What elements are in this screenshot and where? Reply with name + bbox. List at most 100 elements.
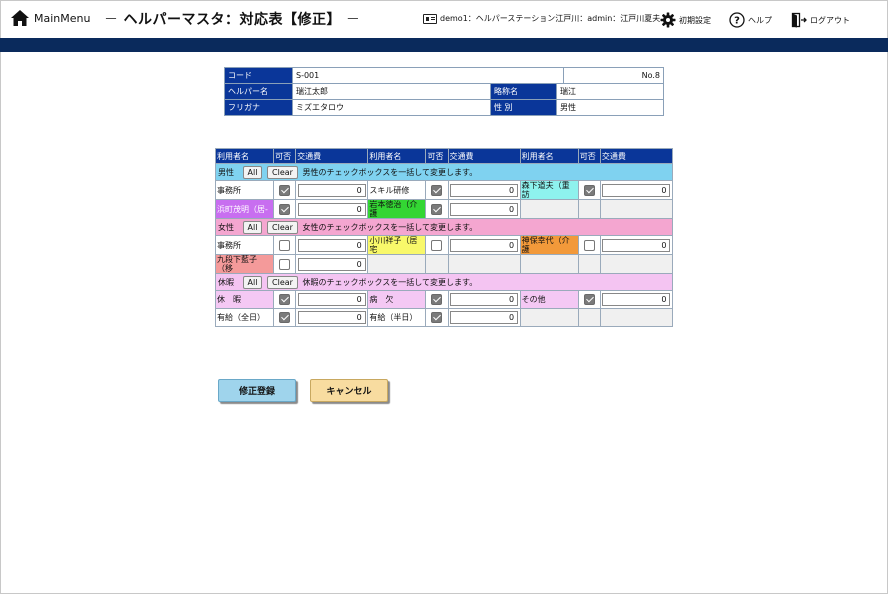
- col-header: 利用者名: [367, 148, 427, 164]
- availability-checkbox[interactable]: [583, 239, 595, 251]
- abbr-label: 略称名: [490, 83, 557, 100]
- user-info-text: demo1：ヘルパーステーション江戸川：admin：江戸川夏夫: [440, 14, 661, 23]
- code-value: S-001: [292, 67, 564, 84]
- client-name: スキル研修: [367, 180, 427, 200]
- leave-clear-button[interactable]: Clear: [267, 275, 298, 289]
- availability-checkbox[interactable]: [279, 312, 291, 323]
- col-header: 交通費: [295, 148, 369, 164]
- logout-link[interactable]: ログアウト: [791, 12, 850, 28]
- fare-input[interactable]: 0: [297, 311, 366, 324]
- assignment-table: 利用者名 可否 交通費 利用者名 可否 交通費 利用者名 可否 交通費 男性 A…: [214, 148, 674, 327]
- table-row: 事務所 0 小川祥子（居宅 0 神保幸代（介護 0: [214, 235, 674, 255]
- group-label: 男性: [218, 167, 234, 177]
- cancel-button[interactable]: キャンセル: [310, 379, 388, 402]
- group-row-male: 男性 All Clear 男性のチェックボックスを一括して変更します。: [215, 163, 673, 181]
- empty-cell: [599, 199, 674, 219]
- col-header: 利用者名: [519, 148, 579, 164]
- helper-info-table: コード S-001 No.8 ヘルパー名 瑞江太郎 略称名 瑞江 フリガナ ミズ…: [224, 67, 664, 116]
- empty-cell: [519, 199, 579, 219]
- client-name: 病 欠: [367, 290, 427, 309]
- client-name: 岩本徳治（介護: [367, 199, 427, 219]
- empty-cell: [519, 308, 579, 327]
- fare-input[interactable]: 0: [297, 257, 366, 271]
- help-label: ヘルプ: [748, 15, 772, 25]
- help-icon: ?: [729, 12, 745, 28]
- settings-link[interactable]: 初期設定: [660, 12, 711, 28]
- fare-input[interactable]: 0: [297, 238, 366, 252]
- client-name: 浜町茂明（居-: [214, 199, 275, 219]
- fare-input[interactable]: 0: [450, 183, 519, 197]
- client-name: 事務所: [214, 235, 275, 255]
- table-row: 休 暇 0 病 欠 0 その他 0: [214, 290, 674, 309]
- client-name: 有給（半日）: [367, 308, 427, 327]
- group-row-leave: 休暇 All Clear 休暇のチェックボックスを一括して変更します。: [215, 273, 673, 291]
- page-title: － ヘルパーマスタ：対応表【修正】 －: [104, 12, 361, 28]
- help-link[interactable]: ? ヘルプ: [729, 12, 772, 28]
- fare-input[interactable]: 0: [450, 238, 519, 252]
- main-menu-link[interactable]: MainMenu: [10, 9, 90, 27]
- helper-name-label: ヘルパー名: [224, 83, 293, 100]
- fare-input[interactable]: 0: [602, 183, 671, 197]
- client-name: 九段下藍子（移: [214, 254, 275, 274]
- fare-input[interactable]: 0: [450, 293, 519, 306]
- kana-value: ミズエタロウ: [292, 99, 491, 116]
- page-title-text: ヘルパーマスタ：対応表【修正】: [123, 12, 341, 28]
- save-button[interactable]: 修正登録: [218, 379, 296, 402]
- availability-checkbox[interactable]: [431, 184, 443, 196]
- empty-cell: [367, 254, 427, 274]
- fare-input[interactable]: 0: [602, 238, 671, 252]
- group-label: 女性: [218, 222, 234, 232]
- top-header: MainMenu － ヘルパーマスタ：対応表【修正】 － demo1：ヘルパース…: [0, 0, 888, 38]
- fare-input[interactable]: 0: [297, 293, 366, 306]
- logout-label: ログアウト: [810, 15, 850, 25]
- client-name: 神保幸代（介護: [519, 235, 579, 255]
- col-header: 交通費: [447, 148, 521, 164]
- client-name: 森下道夫（重訪: [519, 180, 579, 200]
- col-header: 可否: [273, 148, 297, 164]
- group-note: 女性のチェックボックスを一括して変更します。: [302, 222, 478, 232]
- client-name: その他: [519, 290, 579, 309]
- availability-checkbox[interactable]: [279, 239, 291, 251]
- male-clear-button[interactable]: Clear: [267, 165, 298, 179]
- female-all-button[interactable]: All: [242, 220, 263, 234]
- male-all-button[interactable]: All: [242, 165, 263, 179]
- fare-input[interactable]: 0: [297, 183, 366, 197]
- availability-checkbox[interactable]: [279, 184, 291, 196]
- availability-checkbox[interactable]: [279, 294, 291, 305]
- fare-input[interactable]: 0: [297, 202, 366, 216]
- group-note: 休暇のチェックボックスを一括して変更します。: [302, 277, 478, 287]
- table-row: 事務所 0 スキル研修 0 森下道夫（重訪 0: [214, 180, 674, 200]
- leave-all-button[interactable]: All: [242, 275, 263, 289]
- fare-input[interactable]: 0: [450, 311, 519, 324]
- availability-checkbox[interactable]: [431, 294, 443, 305]
- female-clear-button[interactable]: Clear: [267, 220, 298, 234]
- kana-label: フリガナ: [224, 99, 293, 116]
- home-icon: [11, 10, 29, 26]
- user-info: demo1：ヘルパーステーション江戸川：admin：江戸川夏夫: [423, 13, 660, 24]
- availability-checkbox[interactable]: [431, 239, 443, 251]
- client-name: 小川祥子（居宅: [367, 235, 427, 255]
- availability-checkbox[interactable]: [583, 294, 595, 305]
- fare-input[interactable]: 0: [602, 293, 671, 306]
- gender-label: 性 別: [490, 99, 557, 116]
- empty-cell: [447, 254, 521, 274]
- availability-checkbox[interactable]: [431, 203, 443, 215]
- availability-checkbox[interactable]: [431, 312, 443, 323]
- table-row: 九段下藍子（移 0: [214, 254, 674, 274]
- code-label: コード: [224, 67, 293, 84]
- logout-door-icon: [791, 12, 807, 28]
- availability-checkbox[interactable]: [279, 258, 291, 270]
- table-row: 浜町茂明（居- 0 岩本徳治（介護 0: [214, 199, 674, 219]
- fare-input[interactable]: 0: [450, 202, 519, 216]
- availability-checkbox[interactable]: [583, 184, 595, 196]
- availability-checkbox[interactable]: [279, 203, 291, 215]
- client-name: 休 暇: [214, 290, 275, 309]
- empty-cell: [577, 254, 601, 274]
- empty-cell: [599, 254, 674, 274]
- col-header: 交通費: [599, 148, 674, 164]
- header-bar: [0, 38, 888, 52]
- id-card-icon: [423, 13, 437, 24]
- helper-name-value: 瑞江太郎: [292, 83, 491, 100]
- col-header: 可否: [425, 148, 449, 164]
- settings-label: 初期設定: [679, 15, 711, 25]
